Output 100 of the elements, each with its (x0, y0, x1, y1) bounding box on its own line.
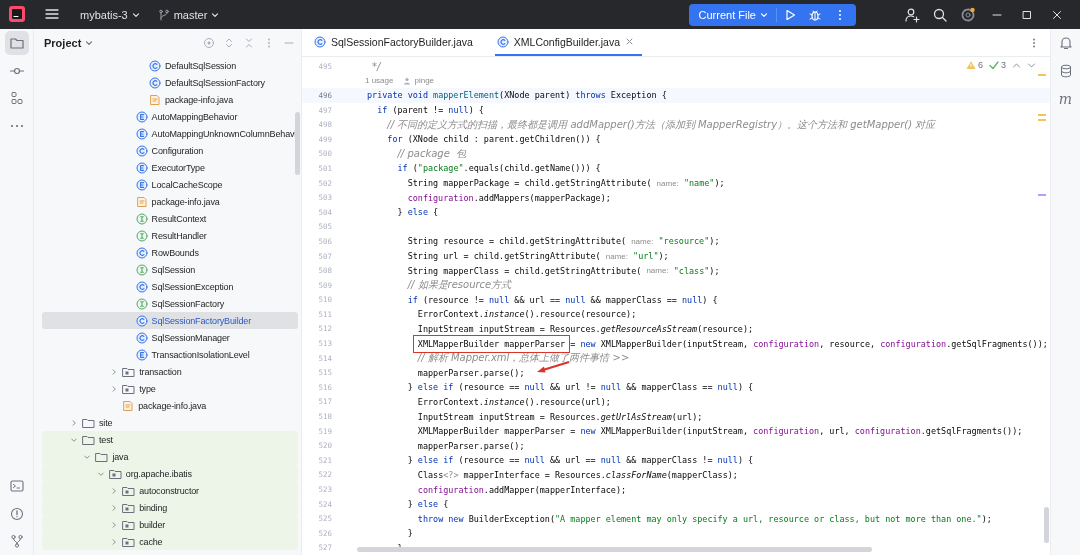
expand-all-icon[interactable] (223, 37, 235, 49)
tree-item[interactable]: autoconstructor (42, 482, 298, 499)
code-text: Class (417, 469, 444, 480)
scroll-marker[interactable] (1038, 114, 1046, 116)
enum-icon (135, 110, 148, 123)
code-text: (parent != (392, 105, 445, 116)
tree-item[interactable]: package-info.java (42, 193, 298, 210)
tree-item[interactable]: AutoMappingUnknownColumnBehavi (42, 125, 298, 142)
tree-item[interactable]: TransactionIsolationLevel (42, 346, 298, 363)
tree-item[interactable]: SqlSessionFactory (42, 295, 298, 312)
project-view-selector[interactable]: Project (44, 37, 94, 49)
scroll-marker[interactable] (1038, 119, 1046, 121)
run-config-selector[interactable]: Current File (692, 7, 777, 22)
code-text: XMLMapperBuilder mapperParser = (417, 426, 577, 437)
maximize-icon[interactable] (1021, 8, 1033, 21)
tool-window-button[interactable] (4, 31, 29, 55)
caret-icon (211, 10, 220, 19)
code-text: null (565, 294, 586, 305)
code-text: configuration (417, 484, 484, 495)
tree-item[interactable]: builder (42, 516, 298, 533)
tree-item[interactable]: ExecutorType (42, 159, 298, 176)
tree-item[interactable]: AutoMappingBehavior (42, 108, 298, 125)
chevron-right-icon[interactable] (110, 520, 119, 529)
code-text: ); (981, 513, 992, 524)
close-icon[interactable] (1051, 8, 1063, 21)
chevron-right-icon[interactable] (110, 367, 119, 376)
code-text: configuration (407, 192, 474, 203)
code-text: private void (367, 90, 429, 101)
class-icon (135, 314, 148, 327)
code-text: getResourceAsStream (600, 324, 698, 334)
usages-link[interactable]: 1 usage (365, 76, 394, 86)
weak-warnings-count[interactable]: 3 (989, 60, 1006, 70)
tree-item[interactable]: LocalCacheScope (42, 176, 298, 193)
parameter-hint: name: (646, 266, 669, 276)
tree-item[interactable]: SqlSession (42, 261, 298, 278)
scrollbar[interactable] (357, 547, 872, 552)
project-switcher[interactable]: mybatis-3 (76, 6, 144, 23)
tree-item[interactable]: org.apache.ibatis (42, 465, 298, 482)
tree-item[interactable]: binding (42, 499, 298, 516)
code-text: && mapperClass == (626, 382, 714, 393)
code-text: , url, (819, 426, 851, 437)
warnings-count[interactable]: 6 (965, 60, 983, 70)
scrollbar[interactable] (295, 112, 300, 175)
enum-icon (135, 127, 148, 140)
tree-item[interactable]: DefaultSqlSessionFactory (42, 74, 298, 91)
code-text: ) { (737, 382, 754, 393)
code-text: (resource != (422, 294, 485, 305)
tree-item[interactable]: transaction (42, 363, 298, 380)
tree-item[interactable]: RowBounds (42, 244, 298, 261)
tree-item[interactable]: ResultHandler (42, 227, 298, 244)
code-text: getUrlAsStream (600, 411, 672, 422)
tree-item[interactable]: site (42, 414, 298, 431)
code-text: <?> (443, 469, 459, 480)
tree-item[interactable]: DefaultSqlSession (42, 57, 298, 74)
scrollbar[interactable] (1044, 507, 1049, 543)
code-text: configuration (854, 426, 921, 437)
code-text: configuration (753, 338, 820, 349)
tree-item[interactable]: package-info.java (42, 91, 298, 108)
editor-tab[interactable]: SqlSessionFactoryBuilder.java (312, 29, 481, 56)
tree-item[interactable]: SqlSessionFactoryBuilder (42, 312, 298, 329)
editor-tab[interactable]: XMLConfigBuilder.java (494, 29, 643, 56)
parameter-hint: name: (631, 236, 654, 246)
code-text: (url); (671, 411, 703, 422)
tree-item[interactable]: java (42, 448, 298, 465)
collapse-all-icon[interactable] (243, 37, 255, 49)
tree-item[interactable]: SqlSessionManager (42, 329, 298, 346)
search-icon[interactable] (932, 6, 948, 23)
class-icon (149, 76, 161, 89)
branch-switcher[interactable]: master (153, 6, 224, 23)
tree-item[interactable]: ResultContext (42, 210, 298, 227)
tree-item[interactable]: SqlSessionException (42, 278, 298, 295)
tree-item[interactable]: Configuration (42, 142, 298, 159)
maven-button[interactable]: m (1058, 91, 1073, 107)
chevron-right-icon[interactable] (70, 418, 78, 427)
code-text: ().resource(resource); (524, 309, 637, 320)
add-user-icon[interactable] (904, 6, 920, 23)
chevron-right-icon[interactable] (110, 486, 119, 495)
settings-icon[interactable] (960, 6, 976, 23)
scroll-marker[interactable] (1038, 194, 1046, 196)
code-text: if (407, 294, 419, 305)
code-text: .addMappers(mapperPackage); (473, 192, 611, 203)
code-text: ErrorContext. (417, 396, 484, 407)
chevron-right-icon[interactable] (110, 537, 119, 546)
scroll-marker[interactable] (1038, 74, 1046, 76)
tree-item[interactable]: test (42, 431, 298, 448)
locate-icon[interactable] (203, 37, 215, 49)
code-text: ) { (468, 105, 484, 116)
tree-item[interactable]: cache (42, 533, 298, 550)
chevron-up-icon[interactable] (1012, 60, 1021, 70)
chevron-down-icon[interactable] (1027, 60, 1036, 70)
code-text: null (448, 105, 469, 116)
chevron-right-icon[interactable] (110, 503, 119, 512)
terminal-icon (8, 478, 25, 495)
branch-icon (157, 8, 170, 21)
class-icon (135, 331, 148, 344)
chevron-right-icon[interactable] (110, 384, 119, 393)
code-text: (XNode parent) (499, 90, 572, 101)
tree-item[interactable]: package-info.java (42, 397, 298, 414)
app-logo-icon[interactable] (8, 4, 26, 23)
tree-item[interactable]: type (42, 380, 298, 397)
